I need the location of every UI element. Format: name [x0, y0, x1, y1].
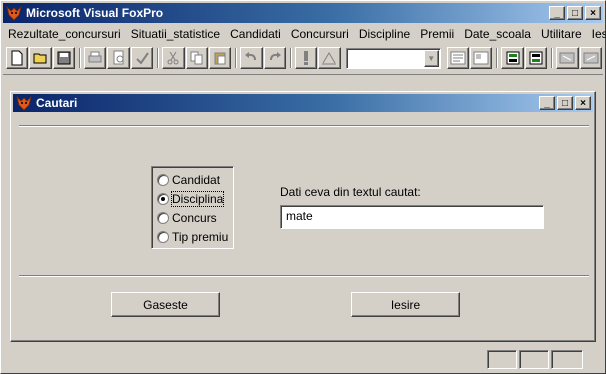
report-wizard-icon[interactable] — [579, 47, 602, 69]
combo-dropdown-arrow-icon[interactable]: ▼ — [423, 49, 439, 67]
toolbar-combo-box[interactable]: ▼ — [345, 47, 441, 69]
bottom-divider-line — [19, 275, 589, 277]
save-disk-icon[interactable] — [52, 47, 76, 69]
menu-utilitare[interactable]: Utilitare — [536, 25, 587, 43]
print-icon[interactable] — [84, 47, 107, 69]
spell-check-icon[interactable] — [130, 47, 154, 69]
option-label: Tip premiu — [172, 229, 229, 244]
menu-concursuri[interactable]: Concursuri — [286, 25, 354, 43]
main-workspace: Cautari _ □ × Candidat Disciplina Concur… — [3, 74, 603, 346]
top-divider-line — [19, 125, 589, 127]
toolbar-separator — [289, 48, 292, 68]
form-minimize-button[interactable]: _ — [539, 96, 555, 110]
new-file-icon[interactable] — [6, 47, 29, 69]
menu-date-scoala[interactable]: Date_scoala — [459, 25, 536, 43]
exit-button-label: Iesire — [390, 297, 421, 312]
copy-icon[interactable] — [185, 47, 208, 69]
option-tip-premiu[interactable]: Tip premiu — [157, 228, 233, 245]
menu-premii[interactable]: Premii — [415, 25, 459, 43]
maximize-button[interactable]: □ — [567, 6, 583, 20]
cut-scissors-icon[interactable] — [162, 47, 185, 69]
status-panel-3 — [551, 350, 583, 369]
radio-button[interactable] — [157, 173, 169, 186]
paste-clipboard-icon[interactable] — [208, 47, 232, 69]
option-candidat[interactable]: Candidat — [157, 171, 233, 188]
toolbar-separator — [235, 48, 238, 68]
command-window-icon[interactable] — [446, 47, 470, 69]
form-title: Cautari — [36, 96, 78, 110]
radio-button[interactable] — [157, 230, 169, 243]
foxpro-fox-icon — [6, 5, 22, 21]
data-session-icon[interactable] — [470, 47, 493, 69]
form-title-bar[interactable]: Cautari _ □ × — [13, 94, 593, 112]
find-button-label: Gaseste — [143, 297, 188, 312]
search-field-option-group: Candidat Disciplina Concurs Tip premiu — [151, 166, 234, 249]
database-tools-icon[interactable] — [524, 47, 548, 69]
menu-rezultate-concursuri[interactable]: Rezultate_concursuri — [3, 25, 126, 43]
toolbar-separator — [496, 48, 499, 68]
option-label: Disciplina — [170, 190, 225, 207]
database-designer-icon[interactable] — [501, 47, 524, 69]
toolbar-separator — [551, 48, 554, 68]
menu-iesire[interactable]: Iesire — [587, 25, 606, 43]
run-exclamation-icon[interactable] — [294, 47, 318, 69]
toolbar-separator — [157, 48, 160, 68]
close-button[interactable]: × — [585, 6, 601, 20]
exit-button[interactable]: Iesire — [351, 292, 460, 317]
status-panel-2 — [519, 350, 549, 369]
modify-form-icon[interactable] — [318, 47, 341, 69]
redo-icon[interactable] — [263, 47, 286, 69]
radio-button[interactable] — [157, 211, 169, 224]
foxpro-main-window: Microsoft Visual FoxPro _ □ × Rezultate_… — [0, 0, 606, 374]
find-button[interactable]: Gaseste — [111, 292, 220, 317]
form-wizard-icon[interactable] — [556, 47, 579, 69]
undo-icon[interactable] — [240, 47, 263, 69]
search-text-input[interactable]: mate — [280, 205, 544, 229]
cautari-form-window: Cautari _ □ × Candidat Disciplina Concur… — [10, 91, 596, 342]
toolbar-separator — [79, 48, 82, 68]
menu-candidati[interactable]: Candidati — [225, 25, 286, 43]
app-title-bar[interactable]: Microsoft Visual FoxPro _ □ × — [3, 3, 603, 23]
option-concurs[interactable]: Concurs — [157, 209, 233, 226]
standard-toolbar: ▼ — [3, 44, 603, 72]
foxpro-fox-icon — [16, 95, 32, 111]
option-label: Concurs — [172, 210, 217, 225]
minimize-button[interactable]: _ — [549, 6, 565, 20]
status-panel-1 — [487, 350, 517, 369]
print-preview-icon[interactable] — [107, 47, 130, 69]
status-message-area — [5, 350, 483, 369]
menu-discipline[interactable]: Discipline — [354, 25, 415, 43]
menu-situatii-statistice[interactable]: Situatii_statistice — [126, 25, 225, 43]
option-label: Candidat — [172, 172, 221, 187]
status-bar — [3, 348, 603, 370]
menu-bar: Rezultate_concursuri Situatii_statistice… — [3, 24, 606, 43]
form-maximize-button[interactable]: □ — [557, 96, 573, 110]
app-title: Microsoft Visual FoxPro — [26, 6, 164, 20]
open-folder-icon[interactable] — [29, 47, 52, 69]
radio-button-selected[interactable] — [157, 192, 169, 205]
form-close-button[interactable]: × — [575, 96, 591, 110]
option-disciplina[interactable]: Disciplina — [157, 190, 233, 207]
search-prompt-label: Dati ceva din textul cautat: — [280, 185, 421, 199]
